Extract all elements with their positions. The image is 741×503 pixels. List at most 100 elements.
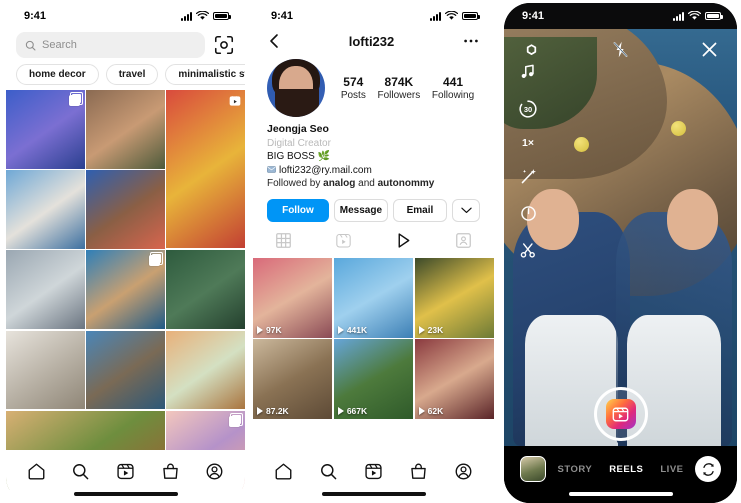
view-count-value: 97K — [266, 324, 282, 335]
explore-grid-cell[interactable] — [6, 170, 85, 249]
phone-1-explore: 9:41 Search home decor travel minimalist… — [0, 0, 247, 503]
apple-right — [670, 120, 686, 136]
status-time: 9:41 — [24, 10, 47, 22]
more-actions-button[interactable] — [452, 198, 480, 222]
home-indicator — [568, 492, 673, 496]
reels-icon — [229, 95, 241, 106]
search-icon[interactable] — [319, 462, 338, 481]
aperture-settings-icon[interactable] — [522, 40, 541, 59]
profile-icon[interactable] — [205, 462, 224, 481]
profile-bio: Jeongja Seo Digital Creator BIG BOSS 🌿 l… — [253, 117, 494, 191]
battery-icon — [462, 12, 480, 20]
bottom-tabbar — [253, 450, 494, 503]
reels-tab[interactable] — [313, 231, 373, 251]
flash-off-icon[interactable] — [611, 40, 630, 59]
bio-email[interactable]: lofti232@ry.mail.com — [279, 165, 372, 176]
video-tab[interactable] — [374, 231, 434, 251]
tag-chip[interactable]: minimalistic sty — [165, 64, 245, 85]
follower-b[interactable]: autonommy — [378, 178, 435, 189]
explore-screen: 9:41 Search home decor travel minimalist… — [6, 3, 245, 503]
stat-item[interactable]: 441 Following — [432, 75, 474, 101]
profile-tabs — [253, 222, 494, 258]
explore-grid-cell[interactable] — [86, 330, 165, 410]
align-timer-icon[interactable] — [519, 204, 538, 223]
camera-viewfinder — [504, 29, 737, 446]
stat-item[interactable]: 574 Posts — [341, 75, 366, 101]
status-time: 9:41 — [522, 10, 545, 22]
explore-grid-cell[interactable] — [6, 330, 85, 410]
record-button[interactable] — [593, 387, 648, 441]
cellular-bars-icon — [430, 11, 441, 21]
reel-thumbnail[interactable]: 667K — [333, 339, 414, 420]
shop-icon[interactable] — [409, 462, 428, 481]
reels-clapper-icon — [605, 399, 636, 429]
play-icon — [418, 325, 425, 334]
gallery-thumbnail[interactable] — [520, 456, 546, 482]
explore-grid-cell[interactable] — [6, 90, 85, 169]
play-icon — [418, 407, 425, 416]
view-count: 667K — [337, 406, 367, 416]
capture-mode-live[interactable]: LIVE — [660, 464, 683, 475]
email-button[interactable]: Email — [392, 198, 447, 222]
reel-thumbnail[interactable]: 62K — [414, 339, 494, 420]
cellular-bars-icon — [181, 11, 192, 21]
stat-value: 574 — [343, 75, 364, 89]
camera-bottom-bar: STORY REELS LIVE — [504, 446, 737, 503]
battery-icon — [705, 12, 723, 20]
avatar[interactable] — [267, 59, 325, 117]
capture-mode-reels[interactable]: REELS — [609, 464, 643, 475]
wifi-icon — [445, 11, 458, 20]
follow-button[interactable]: Follow — [267, 198, 329, 222]
reel-thumbnail[interactable]: 23K — [414, 257, 494, 338]
search-input[interactable]: Search — [16, 32, 205, 58]
profile-screen: 9:41 lofti232 574 Posts 874K Followers 4… — [253, 3, 494, 503]
search-icon[interactable] — [71, 462, 90, 481]
close-icon[interactable] — [700, 40, 719, 59]
tagged-tab[interactable] — [434, 231, 494, 251]
person-right-head — [667, 189, 719, 250]
capture-mode-story[interactable]: STORY — [557, 464, 592, 475]
reels-icon[interactable] — [116, 462, 135, 481]
view-count-value: 87.2K — [266, 406, 289, 417]
explore-grid-cell[interactable] — [86, 170, 165, 249]
tag-chip[interactable]: travel — [105, 64, 159, 85]
speed-tool[interactable]: 1× — [522, 137, 534, 149]
profile-action-buttons: Follow Message Email — [253, 191, 494, 222]
home-icon[interactable] — [27, 462, 46, 481]
explore-grid-cell[interactable] — [166, 90, 245, 249]
reels-icon[interactable] — [364, 462, 383, 481]
reel-thumbnail[interactable]: 97K — [253, 257, 333, 338]
explore-grid-cell[interactable] — [166, 330, 245, 410]
grid-tab-icon — [275, 233, 291, 248]
shop-icon[interactable] — [161, 462, 180, 481]
explore-grid-cell[interactable] — [86, 250, 165, 330]
scissors-trim-icon[interactable] — [519, 241, 538, 260]
reel-thumbnail[interactable]: 441K — [333, 257, 414, 338]
tag-chip[interactable]: home decor — [16, 64, 99, 85]
camera-top-bar — [504, 29, 737, 69]
view-count-value: 441K — [346, 324, 368, 335]
explore-grid-cell[interactable] — [6, 250, 85, 329]
explore-grid-cell[interactable] — [86, 90, 165, 169]
scan-code-icon[interactable] — [213, 34, 235, 56]
explore-grid-cell[interactable] — [166, 250, 245, 329]
camera-flip-icon[interactable] — [695, 456, 721, 482]
wifi-icon — [196, 11, 209, 20]
more-options-icon[interactable] — [462, 33, 480, 49]
reel-thumbnail[interactable]: 87.2K — [253, 339, 333, 420]
home-icon[interactable] — [274, 462, 293, 481]
stat-item[interactable]: 874K Followers — [377, 75, 420, 101]
followed-prefix: Followed by — [267, 178, 324, 189]
clapper-play-glyph — [612, 407, 629, 421]
tagged-tab-icon — [456, 233, 472, 248]
effects-wand-icon[interactable] — [519, 167, 538, 186]
profile-icon[interactable] — [454, 462, 473, 481]
chevron-left-icon[interactable] — [267, 33, 281, 49]
capture-mode-switcher: STORY REELS LIVE — [557, 464, 683, 475]
play-icon — [257, 407, 263, 416]
grid-tab[interactable] — [253, 231, 313, 251]
reels-camera-screen: 9:41 30 1× STORY REELS LIVE — [504, 3, 737, 503]
timer-tool[interactable]: 30 — [518, 99, 538, 119]
follower-a[interactable]: analog — [323, 178, 355, 189]
message-button[interactable]: Message — [333, 198, 388, 222]
